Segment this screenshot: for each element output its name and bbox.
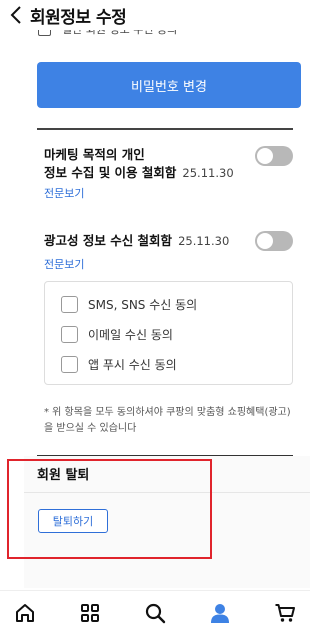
cart-icon <box>275 604 295 622</box>
consent-label: 앱 푸시 수신 동의 <box>88 357 177 372</box>
home-icon <box>16 604 34 622</box>
consent-app-push[interactable]: 앱 푸시 수신 동의 <box>61 354 177 374</box>
tab-search[interactable] <box>142 600 168 626</box>
marketing-toggle[interactable] <box>255 146 293 166</box>
highlight-box <box>7 459 212 559</box>
ads-consent-title: 광고성 정보 수신 철회함 25.11.30 <box>44 232 229 250</box>
search-icon <box>145 603 166 624</box>
grid-icon <box>81 604 99 622</box>
marketing-title-line1: 마케팅 목적의 개인 <box>44 147 145 162</box>
checkbox[interactable] <box>61 355 78 373</box>
tab-cart[interactable] <box>272 600 298 626</box>
tab-my-page[interactable] <box>207 600 233 626</box>
profile-edit-page: 회원정보 수정 일반 회원 정보 수신 동의 비밀번호 변경 마케팅 목적의 개… <box>0 0 310 630</box>
section-divider <box>37 128 293 130</box>
marketing-consent-title: 마케팅 목적의 개인 정보 수집 및 이용 철회함 25.11.30 <box>44 146 234 182</box>
toggle-knob <box>257 148 273 164</box>
consent-email[interactable]: 이메일 수신 동의 <box>61 324 173 344</box>
consent-note: * 위 항목을 모두 동의하셔야 쿠팡의 맞춤형 쇼핑혜택(광고)을 받으실 수… <box>44 407 291 434</box>
tab-home[interactable] <box>12 600 38 626</box>
tab-categories[interactable] <box>77 600 103 626</box>
ads-terms-link[interactable]: 전문보기 <box>44 256 84 272</box>
marketing-title-line2: 정보 수집 및 이용 철회함 <box>44 165 177 180</box>
bottom-tab-bar <box>0 590 310 630</box>
marketing-terms-link[interactable]: 전문보기 <box>44 185 84 201</box>
consent-label: 이메일 수신 동의 <box>88 327 173 342</box>
consent-options-box: SMS, SNS 수신 동의 이메일 수신 동의 앱 푸시 수신 동의 <box>44 281 293 385</box>
ads-date: 25.11.30 <box>178 234 230 248</box>
app-header: 회원정보 수정 <box>0 0 310 30</box>
change-password-button[interactable]: 비밀번호 변경 <box>37 62 301 108</box>
marketing-date: 25.11.30 <box>182 166 234 180</box>
checkbox[interactable] <box>61 325 78 343</box>
ads-toggle[interactable] <box>255 231 293 251</box>
consent-label: SMS, SNS 수신 동의 <box>88 297 198 312</box>
checkbox[interactable] <box>61 295 78 313</box>
person-icon <box>211 604 229 623</box>
consent-sms[interactable]: SMS, SNS 수신 동의 <box>61 294 197 314</box>
page-title: 회원정보 수정 <box>30 8 127 28</box>
partial-consent-row[interactable]: 일반 회원 정보 수신 동의 <box>38 28 278 42</box>
toggle-knob <box>257 233 273 249</box>
back-arrow-icon[interactable] <box>8 4 26 26</box>
ads-title: 광고성 정보 수신 철회함 <box>44 233 173 248</box>
